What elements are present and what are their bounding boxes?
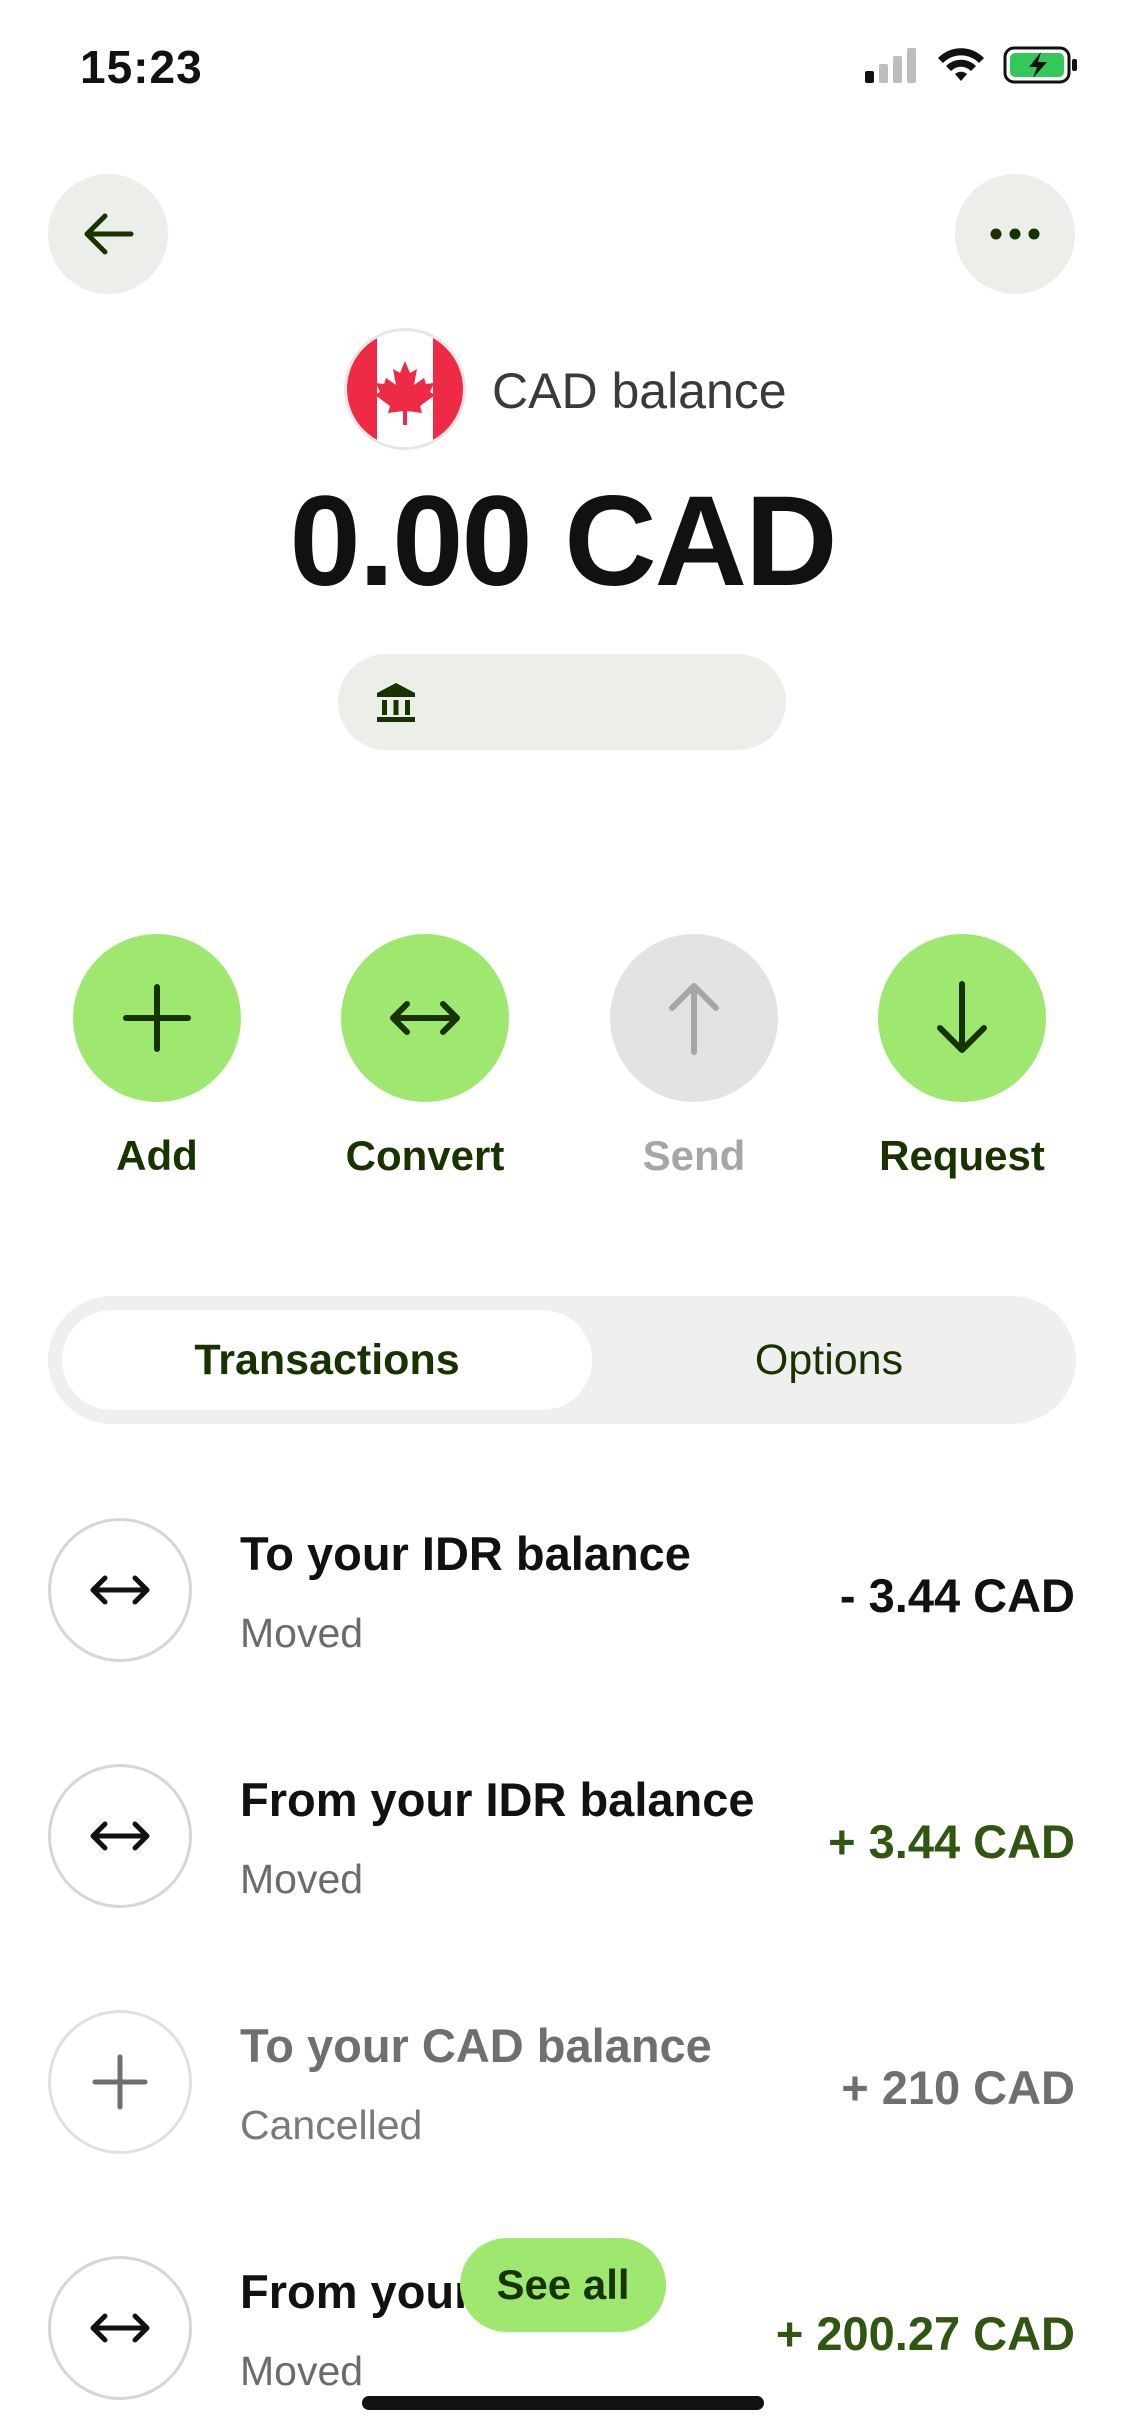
home-indicator [362, 2396, 764, 2410]
transaction-icon-circle [48, 2010, 192, 2154]
request-action[interactable]: Request [862, 934, 1062, 1180]
transaction-title: To your IDR balance [240, 1527, 691, 1580]
battery-charging-icon [1003, 46, 1077, 84]
transaction-status: Moved [240, 2348, 364, 2394]
arrow-left-icon [84, 213, 134, 255]
plus-icon [123, 984, 191, 1052]
transaction-amount: + 210 CAD [841, 2061, 1075, 2114]
convert-label: Convert [345, 1132, 505, 1179]
convert-arrows-icon [90, 1821, 150, 1851]
status-time: 15:23 [80, 41, 203, 93]
bank-details-pill[interactable] [338, 654, 786, 750]
arrow-up-icon [669, 983, 719, 1055]
send-label: Send [642, 1132, 746, 1179]
transaction-title: From your IDR balance [240, 1773, 755, 1826]
convert-arrows-icon [90, 1575, 150, 1605]
transaction-icon-circle [48, 1764, 192, 1908]
transaction-amount: - 3.44 CAD [839, 1569, 1075, 1622]
balance-amount: 0.00 CAD [289, 470, 838, 613]
see-all-button[interactable]: See all [460, 2238, 666, 2332]
transaction-amount: + 200.27 CAD [775, 2307, 1075, 2360]
tab-transactions[interactable]: Transactions [62, 1310, 592, 1410]
cellular-signal-icon [865, 48, 916, 83]
convert-arrows-icon [390, 1001, 460, 1035]
add-label: Add [116, 1132, 198, 1179]
add-button[interactable] [73, 934, 241, 1102]
status-icons [863, 46, 1079, 84]
transaction-icon-circle [48, 2256, 192, 2400]
arrow-down-icon [937, 981, 987, 1053]
wifi-icon [938, 48, 984, 81]
add-action[interactable]: Add [57, 934, 257, 1180]
transaction-amount: + 3.44 CAD [828, 1815, 1075, 1868]
request-label: Request [879, 1132, 1045, 1179]
send-button[interactable] [610, 934, 778, 1102]
request-button[interactable] [878, 934, 1046, 1102]
transaction-status: Cancelled [240, 2102, 423, 2148]
transaction-title: To your CAD balance [240, 2019, 712, 2072]
transaction-status: Moved [240, 1856, 364, 1902]
transaction-status: Moved [240, 1610, 364, 1656]
convert-arrows-icon [90, 2313, 150, 2343]
send-action[interactable]: Send [594, 934, 794, 1180]
convert-button[interactable] [341, 934, 509, 1102]
more-options-button[interactable] [955, 174, 1075, 294]
transaction-icon-circle [48, 1518, 192, 1662]
more-dots-icon [990, 228, 1040, 240]
bank-icon [377, 683, 415, 722]
back-button[interactable] [48, 174, 168, 294]
balance-label: CAD balance [492, 363, 787, 419]
tab-options[interactable]: Options [596, 1310, 1062, 1410]
canada-flag-icon [344, 328, 466, 450]
tabs-segmented-control: Transactions Options [48, 1296, 1076, 1424]
plus-icon [92, 2054, 148, 2110]
convert-action[interactable]: Convert [325, 934, 525, 1180]
